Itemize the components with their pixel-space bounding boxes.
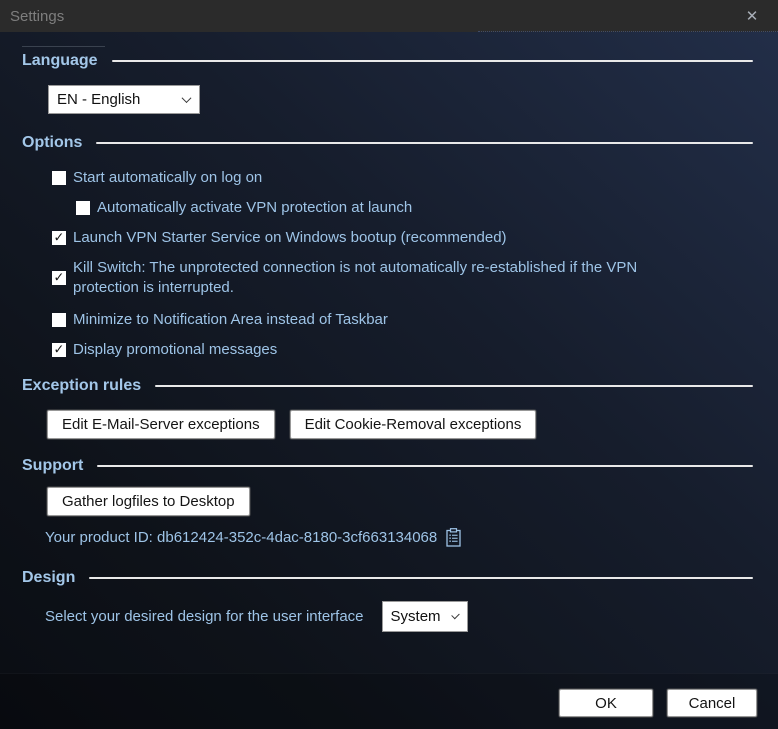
option-row-auto-activate-vpn: Automatically activate VPN protection at…	[76, 198, 753, 218]
checkbox-start-automatically[interactable]	[52, 171, 66, 185]
language-section-heading: Language	[22, 50, 753, 72]
design-section-heading: Design	[22, 567, 753, 589]
exception-buttons-row: Edit E-Mail-Server exceptions Edit Cooki…	[47, 410, 753, 439]
support-heading-label: Support	[22, 457, 84, 474]
close-icon[interactable]: ✕	[732, 0, 772, 32]
check-icon: ✓	[53, 341, 65, 357]
options-section-heading: Options	[22, 132, 753, 154]
check-icon: ✓	[53, 269, 65, 285]
footer-buttons: OK Cancel	[559, 689, 757, 717]
design-dropdown-value: System	[390, 608, 441, 625]
exception-rules-section-heading: Exception rules	[22, 375, 753, 397]
heading-rule	[97, 465, 753, 467]
option-label: Start automatically on log on	[73, 169, 263, 186]
chevron-down-icon	[450, 610, 460, 620]
option-label: Display promotional messages	[73, 341, 278, 358]
options-list: Start automatically on log on Automatica…	[22, 168, 753, 360]
design-heading-label: Design	[22, 569, 76, 586]
check-icon: ✓	[53, 229, 65, 245]
option-label: Automatically activate VPN protection at…	[97, 199, 413, 216]
titlebar-dotted-divider	[478, 31, 778, 32]
option-label: Launch VPN Starter Service on Windows bo…	[73, 229, 507, 246]
cancel-button[interactable]: Cancel	[667, 689, 757, 717]
settings-content: Language EN - English Options Start auto…	[0, 32, 778, 729]
design-row: Select your desired design for the user …	[45, 601, 753, 632]
option-row-minimize-to-tray: Minimize to Notification Area instead of…	[52, 310, 753, 330]
option-row-start-automatically: Start automatically on log on	[52, 168, 753, 188]
checkbox-auto-activate-vpn[interactable]	[76, 201, 90, 215]
edit-email-server-exceptions-button[interactable]: Edit E-Mail-Server exceptions	[47, 410, 275, 439]
heading-rule	[111, 60, 753, 62]
support-section-heading: Support	[22, 455, 753, 477]
checkbox-minimize-to-tray[interactable]	[52, 313, 66, 327]
option-label: Minimize to Notification Area instead of…	[73, 311, 388, 328]
option-row-promotional-messages: ✓ Display promotional messages	[52, 340, 753, 360]
exception-rules-heading-label: Exception rules	[22, 377, 142, 394]
language-heading-label: Language	[22, 52, 98, 69]
settings-window: Settings ✕ Language EN - English Options…	[0, 0, 778, 729]
language-dropdown[interactable]: EN - English	[48, 85, 200, 114]
language-dropdown-value: EN - English	[57, 91, 141, 108]
heading-rule	[89, 577, 753, 579]
titlebar: Settings ✕	[0, 0, 778, 32]
checkbox-promotional-messages[interactable]: ✓	[52, 341, 66, 357]
chevron-down-icon	[181, 93, 192, 104]
ok-button[interactable]: OK	[559, 689, 653, 717]
checkbox-launch-starter-service[interactable]: ✓	[52, 229, 66, 245]
heading-rule	[96, 142, 753, 144]
heading-rule	[155, 385, 753, 387]
product-id-row: Your product ID: db612424-352c-4dac-8180…	[45, 528, 753, 547]
design-dropdown[interactable]: System	[381, 601, 468, 632]
option-row-kill-switch: ✓ Kill Switch: The unprotected connectio…	[52, 258, 753, 298]
focus-line	[22, 46, 105, 47]
edit-cookie-removal-exceptions-button[interactable]: Edit Cookie-Removal exceptions	[289, 410, 537, 439]
design-label: Select your desired design for the user …	[45, 608, 364, 625]
checkbox-kill-switch[interactable]: ✓	[52, 269, 66, 285]
support-button-row: Gather logfiles to Desktop	[47, 487, 753, 516]
option-label: Kill Switch: The unprotected connection …	[73, 259, 638, 296]
options-heading-label: Options	[22, 134, 83, 151]
option-row-launch-starter-service: ✓ Launch VPN Starter Service on Windows …	[52, 228, 753, 248]
clipboard-copy-icon[interactable]	[446, 528, 461, 547]
window-title: Settings	[10, 7, 65, 25]
product-id-text: Your product ID: db612424-352c-4dac-8180…	[45, 529, 438, 546]
gather-logfiles-button[interactable]: Gather logfiles to Desktop	[47, 487, 250, 516]
